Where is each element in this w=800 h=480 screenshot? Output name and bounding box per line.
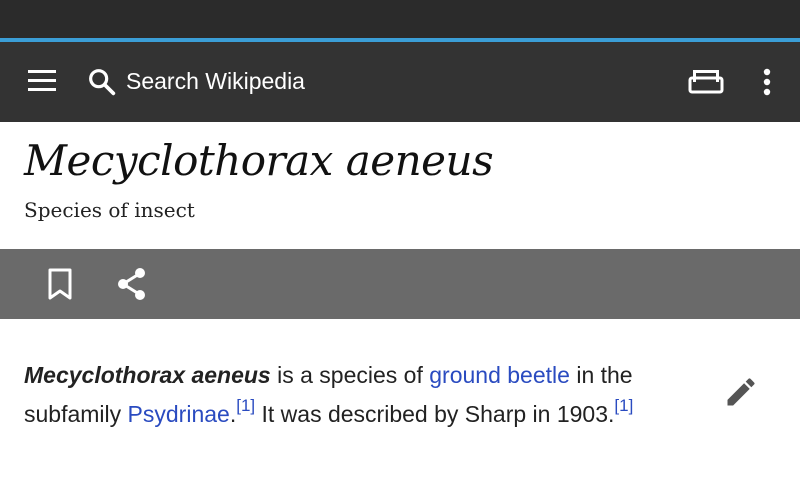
search-icon	[89, 69, 116, 96]
pencil-icon[interactable]	[722, 374, 760, 410]
share-icon[interactable]	[114, 265, 150, 303]
page-action-bar	[0, 249, 800, 319]
search-bar[interactable]: Search Wikipedia	[86, 62, 626, 102]
overflow-menu-icon[interactable]	[752, 64, 782, 100]
article-text: is a species of	[270, 362, 430, 388]
page-description: Species of insect	[24, 198, 195, 222]
bookmark-icon[interactable]	[42, 265, 78, 303]
article-text: It was described by Sharp in 1903.	[255, 401, 615, 427]
reference-link[interactable]: [1]	[614, 396, 633, 415]
article-lead-paragraph: Mecyclothorax aeneus is a species of gro…	[24, 356, 704, 434]
tabs-icon[interactable]	[686, 64, 726, 100]
status-bar	[0, 0, 800, 38]
link-psydrinae[interactable]: Psydrinae	[128, 401, 230, 427]
search-placeholder: Search Wikipedia	[126, 68, 305, 94]
menu-icon[interactable]	[26, 68, 58, 94]
page-title: Mecyclothorax aeneus	[24, 136, 494, 185]
link-ground-beetle[interactable]: ground beetle	[429, 362, 570, 388]
toolbar: Search Wikipedia	[0, 42, 800, 122]
reference-link[interactable]: [1]	[236, 396, 255, 415]
article-subject: Mecyclothorax aeneus	[24, 362, 271, 388]
